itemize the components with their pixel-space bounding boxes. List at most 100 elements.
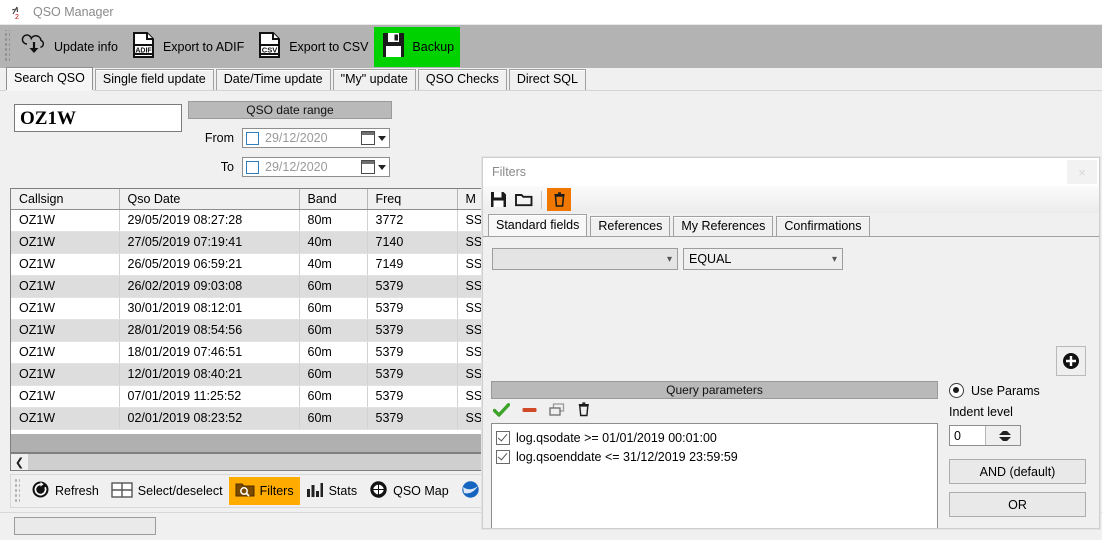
open-folder-icon[interactable] — [512, 188, 536, 211]
field-select[interactable]: ▾ — [492, 248, 678, 270]
export-to-csv-button[interactable]: CSV Export to CSV — [250, 27, 374, 67]
chevron-up-icon[interactable] — [998, 426, 1011, 435]
check-green-icon[interactable] — [492, 402, 511, 420]
cell-qso-date: 07/01/2019 11:25:52 — [119, 385, 300, 408]
cell-freq: 5379 — [367, 407, 458, 430]
date-to-row: To 29/12/2020 — [188, 157, 392, 177]
date-from-checkbox[interactable] — [246, 131, 259, 145]
tab-references[interactable]: References — [590, 216, 671, 236]
column-header-callsign[interactable]: Callsign — [11, 189, 120, 210]
qso-map-label: QSO Map — [393, 484, 449, 498]
filters-dialog: Filters × Standard fields References My … — [482, 157, 1100, 529]
export-to-csv-label: Export to CSV — [289, 39, 369, 54]
cell-callsign: OZ1W — [11, 297, 120, 320]
filters-dialog-tabs: Standard fields References My References… — [483, 214, 1099, 236]
tab-confirmations[interactable]: Confirmations — [776, 216, 870, 236]
cell-band: 80m — [299, 209, 368, 232]
indent-level-value: 0 — [954, 428, 961, 443]
main-tabs: Search QSO Single field update Date/Time… — [0, 67, 1102, 90]
parameter-checkbox[interactable] — [496, 449, 510, 464]
scroll-left-icon[interactable]: ❮ — [11, 454, 28, 470]
chevron-down-icon[interactable] — [998, 436, 1011, 446]
stats-button[interactable]: Stats — [300, 477, 364, 505]
qso-manager-icon: 2 — [10, 5, 25, 21]
date-from-picker[interactable]: 29/12/2020 — [242, 128, 390, 148]
indent-level-label: Indent level — [949, 405, 1013, 419]
parameter-checkbox[interactable] — [496, 430, 510, 445]
column-header-freq[interactable]: Freq — [367, 189, 458, 210]
refresh-label: Refresh — [55, 484, 99, 498]
delete-trash-icon[interactable] — [547, 188, 571, 211]
export-to-adif-label: Export to ADIF — [162, 39, 245, 54]
chevron-down-icon[interactable] — [378, 164, 386, 170]
trash-icon[interactable] — [577, 402, 591, 420]
duplicate-icon[interactable] — [549, 402, 565, 420]
cell-band: 40m — [299, 231, 368, 254]
cell-band: 60m — [299, 341, 368, 364]
cell-callsign: OZ1W — [11, 385, 120, 408]
modes-label: Modes — [949, 527, 987, 528]
callsign-input[interactable]: OZ1W — [14, 104, 182, 132]
qso-manager-window: 2 QSO Manager Update info ADIF Export to… — [0, 0, 1102, 540]
tab-qso-checks[interactable]: QSO Checks — [417, 69, 507, 90]
stepper-arrows[interactable] — [984, 426, 1020, 446]
cell-callsign: OZ1W — [11, 363, 120, 386]
save-icon[interactable] — [486, 188, 510, 211]
column-header-band[interactable]: Band — [299, 189, 368, 210]
qso-date-range-title: QSO date range — [188, 101, 392, 119]
select-deselect-button[interactable]: Select/deselect — [105, 477, 229, 505]
cell-callsign: OZ1W — [11, 341, 120, 364]
filters-button[interactable]: Filters — [228, 477, 300, 505]
toolbar-grip[interactable] — [3, 30, 10, 63]
filters-dialog-toolbar — [483, 186, 1099, 213]
status-cell — [14, 517, 156, 535]
minus-red-icon[interactable] — [522, 403, 537, 420]
cell-freq: 7149 — [367, 253, 458, 276]
globe-icon — [369, 480, 388, 502]
add-parameter-button[interactable] — [1056, 346, 1086, 376]
radio-icon[interactable] — [949, 383, 964, 398]
filters-dialog-body: ▾ EQUAL ▾ Query parameters log.qsodate >… — [483, 236, 1099, 528]
query-parameters-list[interactable]: log.qsodate >= 01/01/2019 00:01:00 log.q… — [491, 423, 938, 528]
update-info-button[interactable]: Update info — [13, 27, 124, 67]
date-to-checkbox[interactable] — [246, 160, 259, 174]
cloud-download-icon — [19, 30, 49, 63]
stats-label: Stats — [328, 484, 358, 498]
cell-band: 60m — [299, 363, 368, 386]
cell-qso-date: 27/05/2019 07:19:41 — [119, 231, 300, 254]
and-default-button[interactable]: AND (default) — [949, 459, 1086, 484]
cell-callsign: OZ1W — [11, 231, 120, 254]
backup-button[interactable]: Backup — [374, 26, 461, 67]
date-from-value: 29/12/2020 — [265, 131, 328, 145]
tab-date-time-update[interactable]: Date/Time update — [215, 69, 331, 90]
operator-select[interactable]: EQUAL ▾ — [683, 248, 843, 270]
use-params-radio[interactable]: Use Params — [949, 383, 1040, 398]
tab-search-qso[interactable]: Search QSO — [6, 67, 93, 90]
or-button[interactable]: OR — [949, 492, 1086, 517]
toolbar-grip[interactable] — [14, 478, 20, 504]
qso-map-button[interactable]: QSO Map — [363, 477, 455, 505]
operator-select-value: EQUAL — [689, 252, 732, 266]
tab-single-field-update[interactable]: Single field update — [94, 69, 214, 90]
chevron-down-icon[interactable] — [378, 135, 386, 141]
use-params-label: Use Params — [971, 383, 1040, 398]
date-to-picker[interactable]: 29/12/2020 — [242, 157, 390, 177]
list-item[interactable]: log.qsoenddate <= 31/12/2019 23:59:59 — [496, 447, 937, 466]
cell-qso-date: 29/05/2019 08:27:28 — [119, 209, 300, 232]
cell-qso-date: 02/01/2019 08:23:52 — [119, 407, 300, 430]
refresh-icon — [31, 480, 50, 502]
tab-standard-fields[interactable]: Standard fields — [488, 214, 588, 236]
tab-my-references[interactable]: My References — [673, 216, 774, 236]
tab-my-update[interactable]: "My" update — [332, 69, 416, 90]
export-to-adif-button[interactable]: ADIF Export to ADIF — [124, 27, 250, 67]
column-header-qso-date[interactable]: Qso Date — [119, 189, 300, 210]
cell-callsign: OZ1W — [11, 275, 120, 298]
toolbar-separator — [541, 190, 542, 209]
list-item[interactable]: log.qsodate >= 01/01/2019 00:01:00 — [496, 428, 937, 447]
cell-qso-date: 18/01/2019 07:46:51 — [119, 341, 300, 364]
indent-level-stepper[interactable]: 0 — [949, 425, 1021, 446]
query-parameters-toolbar — [492, 401, 940, 421]
close-icon[interactable]: × — [1067, 160, 1097, 184]
tab-direct-sql[interactable]: Direct SQL — [508, 69, 586, 90]
refresh-button[interactable]: Refresh — [25, 477, 105, 505]
